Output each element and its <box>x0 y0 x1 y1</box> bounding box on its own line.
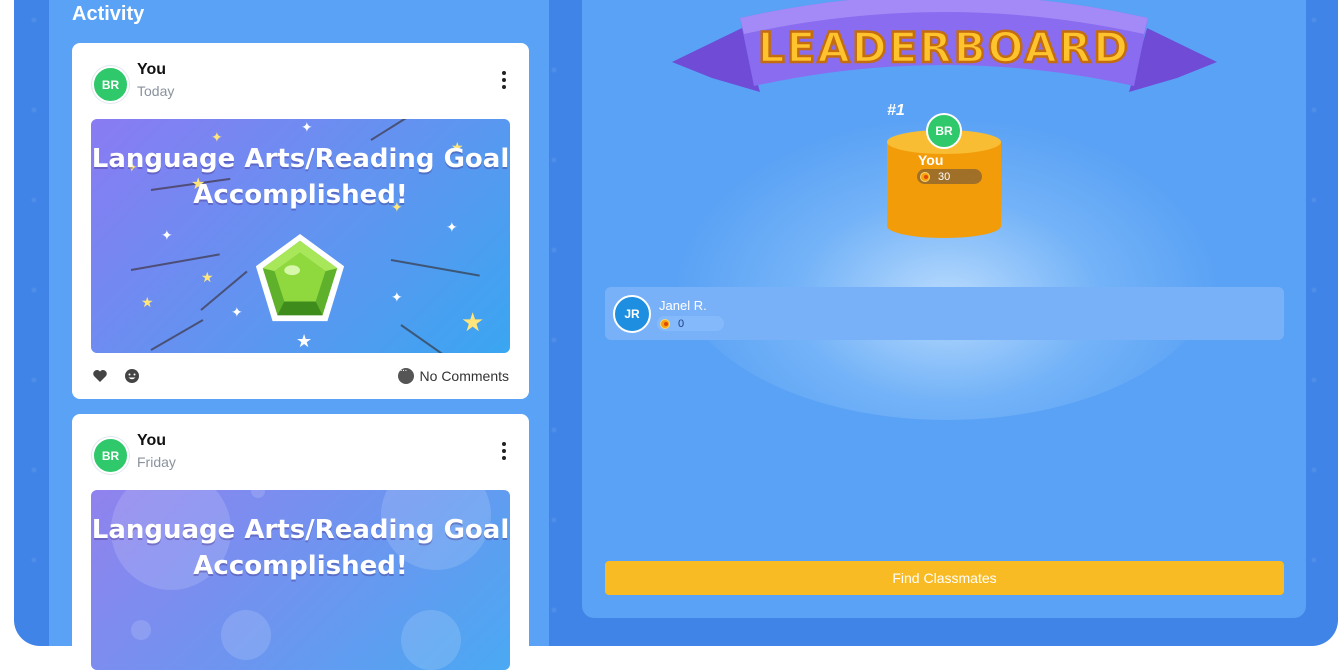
rank-label: #1 <box>887 102 905 119</box>
activity-title: Activity <box>72 3 145 25</box>
activity-post: BR You Friday Language Arts/Reading Goal… <box>72 414 529 670</box>
coin-icon <box>660 318 670 329</box>
leaderboard-row[interactable]: JR Janel R. 0 <box>605 287 1284 340</box>
image-caption: Language Arts/Reading Goal Accomplished! <box>91 512 510 584</box>
gem-icon <box>255 233 345 322</box>
find-classmates-button[interactable]: Find Classmates <box>605 561 1284 595</box>
post-timestamp: Today <box>137 83 175 99</box>
goal-accomplished-image: Language Arts/Reading Goal Accomplished! <box>91 490 510 670</box>
post-actions <box>92 368 140 384</box>
avatar: BR <box>926 113 962 149</box>
activity-post: BR You Today ✦ ✦ ✦ ★ ✦ ✦ ✦ ★ ★ ✦ ✦ ★ ★ ★ <box>72 43 529 399</box>
comments-label: No Comments <box>419 368 509 384</box>
heart-icon[interactable] <box>92 368 108 384</box>
image-caption-line1: Language Arts/Reading Goal <box>91 515 510 545</box>
image-caption-line2: Accomplished! <box>193 551 408 581</box>
coin-icon <box>920 171 930 182</box>
image-caption: Language Arts/Reading Goal Accomplished! <box>91 141 510 213</box>
kebab-menu-icon[interactable] <box>501 442 507 460</box>
row-name: Janel R. <box>659 298 707 313</box>
image-caption-line2: Accomplished! <box>193 180 408 210</box>
goal-accomplished-image: ✦ ✦ ✦ ★ ✦ ✦ ✦ ★ ★ ✦ ✦ ★ ★ ★ Language Art… <box>91 119 510 353</box>
comments-link[interactable]: No Comments <box>397 365 509 384</box>
leaderboard-banner: LEADERBOARD <box>672 0 1217 92</box>
image-caption-line1: Language Arts/Reading Goal <box>91 144 510 174</box>
post-user-name: You <box>137 432 167 449</box>
smiley-icon[interactable] <box>124 368 140 384</box>
comment-icon <box>397 365 414 384</box>
post-timestamp: Friday <box>137 454 176 470</box>
points-value: 30 <box>938 170 951 183</box>
points-badge: 30 <box>917 169 982 184</box>
points-badge: 0 <box>657 316 724 331</box>
avatar: JR <box>613 295 651 333</box>
post-user-name: You <box>137 61 167 78</box>
podium-name: You <box>918 152 944 168</box>
avatar: BR <box>92 66 129 103</box>
points-value: 0 <box>678 317 685 330</box>
banner-text: LEADERBOARD <box>758 23 1130 72</box>
kebab-menu-icon[interactable] <box>501 71 507 89</box>
avatar: BR <box>92 437 129 474</box>
